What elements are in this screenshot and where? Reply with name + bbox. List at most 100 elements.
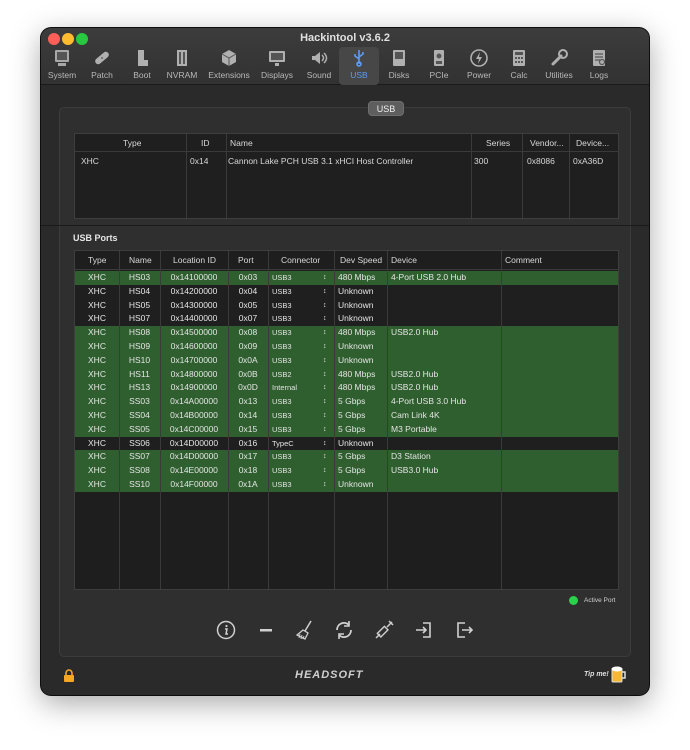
- cell-location: 0x14B00000: [170, 410, 218, 420]
- remove-button[interactable]: [255, 619, 277, 641]
- cell-name: SS08: [129, 465, 150, 476]
- inject-button[interactable]: [373, 619, 395, 641]
- beer-mug-icon[interactable]: [611, 665, 627, 688]
- col-header-id[interactable]: ID: [201, 134, 210, 152]
- connector-popup-chevron-icon[interactable]: ↕: [323, 409, 327, 423]
- col-header-series[interactable]: Series: [486, 134, 510, 152]
- connector-popup-chevron-icon[interactable]: ↕: [323, 368, 327, 382]
- cell-comment[interactable]: [505, 326, 615, 340]
- toolbar-item-extensions[interactable]: Extensions: [208, 47, 250, 85]
- cell-comment[interactable]: [505, 381, 615, 395]
- table-row[interactable]: XHC SS08 0x14E00000 0x18 USB3 5 Gbps USB3.0 Hu…: [75, 464, 618, 478]
- col-header-connector[interactable]: Connector: [281, 251, 320, 270]
- connector-popup-chevron-icon[interactable]: ↕: [323, 285, 327, 299]
- table-row[interactable]: XHC HS10 0x14700000 0x0A USB3 Unknown ↕: [75, 353, 618, 368]
- info-button[interactable]: [215, 619, 237, 641]
- connector-popup-chevron-icon[interactable]: ↕: [323, 464, 327, 478]
- cell-series: 300: [474, 156, 489, 166]
- cell-comment[interactable]: [505, 409, 615, 423]
- col-header-port[interactable]: Port: [238, 251, 254, 270]
- connector-popup-chevron-icon[interactable]: ↕: [323, 354, 327, 368]
- table-row[interactable]: XHC SS10 0x14F00000 0x1A USB3 Unknown ↕: [75, 478, 618, 492]
- cell-comment[interactable]: [505, 423, 615, 437]
- cell-comment[interactable]: [505, 478, 615, 492]
- usb-icon: [354, 50, 364, 67]
- connector-popup-chevron-icon[interactable]: ↕: [323, 312, 327, 326]
- cell-comment[interactable]: [505, 271, 615, 285]
- table-row[interactable]: XHC HS04 0x14200000 0x04 USB3 Unknown ↕: [75, 284, 618, 299]
- table-row[interactable]: XHC SS03 0x14A00000 0x13 USB3 5 Gbps 4-Port US…: [75, 395, 618, 409]
- clear-button[interactable]: [294, 619, 316, 641]
- col-header-speed[interactable]: Dev Speed: [340, 251, 382, 270]
- connector-popup-chevron-icon[interactable]: ↕: [323, 450, 327, 464]
- cell-device: USB2.0 Hub: [391, 368, 439, 379]
- col-header-type[interactable]: Type: [123, 134, 141, 152]
- cell-comment[interactable]: [505, 299, 615, 313]
- col-header-comment[interactable]: Comment: [505, 251, 542, 270]
- toolbar-item-logs[interactable]: Logs: [579, 47, 619, 85]
- cell-port: 0x03: [238, 272, 258, 282]
- connector-popup-chevron-icon[interactable]: ↕: [323, 437, 327, 451]
- col-header-type[interactable]: Type: [88, 251, 106, 270]
- ports-table[interactable]: Type Name Location ID Port Connector Dev…: [74, 250, 619, 590]
- cell-comment[interactable]: [505, 285, 615, 299]
- cell-speed: 480 Mbps: [338, 272, 376, 282]
- cell-device: [391, 354, 501, 368]
- connector-popup-chevron-icon[interactable]: ↕: [323, 326, 327, 340]
- table-row[interactable]: XHC HS07 0x14400000 0x07 USB3 Unknown ↕: [75, 312, 618, 327]
- ports-section-title: USB Ports: [73, 233, 118, 243]
- col-header-device[interactable]: Device: [391, 251, 417, 270]
- cell-type: XHC: [88, 327, 106, 338]
- cell-comment[interactable]: [505, 450, 615, 464]
- cell-device: [391, 340, 501, 354]
- refresh-button[interactable]: [333, 619, 355, 641]
- table-row[interactable]: XHC SS07 0x14D00000 0x17 USB3 5 Gbps D3 Statio…: [75, 450, 618, 465]
- window-title: Hackintool v3.6.2: [300, 32, 390, 44]
- import-button[interactable]: [413, 619, 435, 641]
- connector-popup-chevron-icon[interactable]: ↕: [323, 340, 327, 354]
- cell-speed: Unknown: [338, 341, 374, 351]
- table-row[interactable]: XHC HS08 0x14500000 0x08 USB3 480 Mbps USB2.0 …: [75, 326, 618, 340]
- controllers-table[interactable]: Type ID Name Series Vendor... Device... …: [74, 133, 619, 220]
- toolbar-item-nvram[interactable]: NVRAM: [162, 47, 202, 85]
- col-header-device[interactable]: Device...: [576, 134, 609, 152]
- connector-popup-chevron-icon[interactable]: ↕: [323, 395, 327, 409]
- connector-popup-chevron-icon[interactable]: ↕: [323, 478, 327, 492]
- cell-comment[interactable]: [505, 368, 615, 382]
- cell-device: [391, 299, 501, 313]
- cell-type: XHC: [88, 299, 106, 310]
- table-row[interactable]: XHC HS09 0x14600000 0x09 USB3 Unknown ↕: [75, 340, 618, 354]
- cell-type: XHC: [88, 451, 106, 462]
- cell-type: XHC: [88, 354, 106, 365]
- connector-popup-chevron-icon[interactable]: ↕: [323, 299, 327, 313]
- connector-popup-chevron-icon[interactable]: ↕: [323, 271, 327, 285]
- cell-comment[interactable]: [505, 395, 615, 409]
- cell-device: [391, 285, 501, 299]
- cell-comment[interactable]: [505, 340, 615, 354]
- lock-icon[interactable]: [63, 669, 75, 688]
- col-header-vendor[interactable]: Vendor...: [530, 134, 564, 152]
- cell-comment[interactable]: [505, 312, 615, 326]
- cell-speed: Unknown: [338, 437, 374, 448]
- table-row[interactable]: XHC HS11 0x14800000 0x0B USB2 480 Mbps USB2.0 …: [75, 367, 618, 382]
- table-row[interactable]: XHC HS13 0x14900000 0x0D Internal 480 Mbps USB…: [75, 381, 618, 396]
- cell-comment[interactable]: [505, 354, 615, 368]
- table-row[interactable]: XHC SS04 0x14B00000 0x14 USB3 5 Gbps Cam Link …: [75, 409, 618, 423]
- table-row[interactable]: XHC HS05 0x14300000 0x05 USB3 Unknown ↕: [75, 298, 618, 313]
- cell-comment[interactable]: [505, 464, 615, 478]
- connector-popup-chevron-icon[interactable]: ↕: [323, 381, 327, 395]
- cell-comment[interactable]: [505, 437, 615, 451]
- cell-port: 0x04: [238, 285, 258, 296]
- table-row[interactable]: XHC SS05 0x14C00000 0x15 USB3 5 Gbps M3 Portab…: [75, 422, 618, 437]
- connector-popup-chevron-icon[interactable]: ↕: [323, 423, 327, 437]
- col-header-name[interactable]: Name: [129, 251, 152, 270]
- col-header-location[interactable]: Location ID: [173, 251, 216, 270]
- col-header-name[interactable]: Name: [230, 134, 253, 152]
- table-row[interactable]: XHC HS03 0x14100000 0x03 USB3 480 Mbps 4-Port …: [75, 271, 618, 285]
- cell-device: [391, 437, 501, 451]
- cell-type: XHC: [88, 272, 106, 282]
- table-row[interactable]: XHC SS06 0x14D00000 0x16 TypeC Unknown ↕: [75, 436, 618, 451]
- tab-usb[interactable]: USB: [368, 101, 404, 116]
- export-icon: [457, 622, 474, 638]
- export-button[interactable]: [453, 619, 475, 641]
